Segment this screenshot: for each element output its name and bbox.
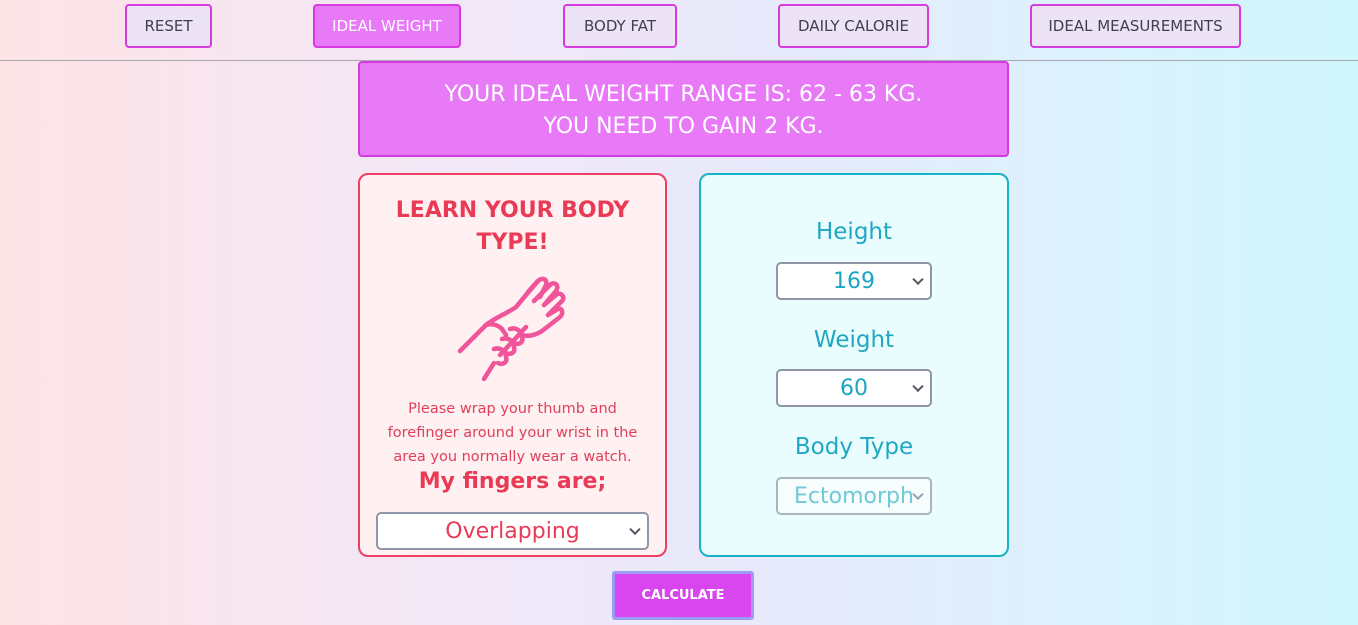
body-type-title: LEARN YOUR BODY TYPE! [395, 198, 630, 255]
chevron-down-icon [912, 488, 924, 501]
weight-label: Weight [813, 327, 895, 353]
ideal-weight-tab[interactable]: IDEAL WEIGHT [313, 4, 461, 48]
weight-select[interactable]: 60 [776, 369, 932, 407]
fingers-label: My fingers are; [418, 469, 607, 494]
calculate-button[interactable]: CALCULATE [612, 571, 754, 620]
body-type-select: Ectomorph [776, 477, 932, 515]
measurements-panel: Height 169 Weight 60 Body Type Ectomorph [699, 173, 1009, 557]
ideal-measurements-tab[interactable]: IDEAL MEASUREMENTS [1030, 4, 1241, 48]
body-type-select-value: Ectomorph [794, 483, 914, 509]
fingers-select[interactable]: Overlapping [376, 512, 649, 550]
body-type-panel: LEARN YOUR BODY TYPE! Please wrap your t… [358, 173, 667, 557]
body-fat-tab[interactable]: BODY FAT [563, 4, 677, 48]
daily-calorie-tab[interactable]: DAILY CALORIE [778, 4, 929, 48]
height-select[interactable]: 169 [776, 262, 932, 300]
height-select-value: 169 [833, 268, 875, 294]
result-range-text: YOUR IDEAL WEIGHT RANGE IS: 62 - 63 KG. [444, 82, 923, 107]
result-gain-text: YOU NEED TO GAIN 2 KG. [543, 114, 824, 139]
top-navigation: RESET IDEAL WEIGHT BODY FAT DAILY CALORI… [0, 0, 1358, 61]
weight-select-value: 60 [840, 375, 868, 401]
body-type-label: Body Type [794, 434, 914, 460]
chevron-down-icon [912, 380, 924, 393]
height-label: Height [815, 219, 893, 245]
reset-button[interactable]: RESET [125, 4, 212, 48]
chevron-down-icon [629, 523, 641, 536]
wrist-instructions: Please wrap your thumb and forefinger ar… [387, 401, 638, 465]
fingers-select-value: Overlapping [445, 518, 580, 544]
result-banner: YOUR IDEAL WEIGHT RANGE IS: 62 - 63 KG. … [358, 61, 1009, 157]
wrist-hand-icon [457, 276, 566, 381]
chevron-down-icon [912, 273, 924, 286]
